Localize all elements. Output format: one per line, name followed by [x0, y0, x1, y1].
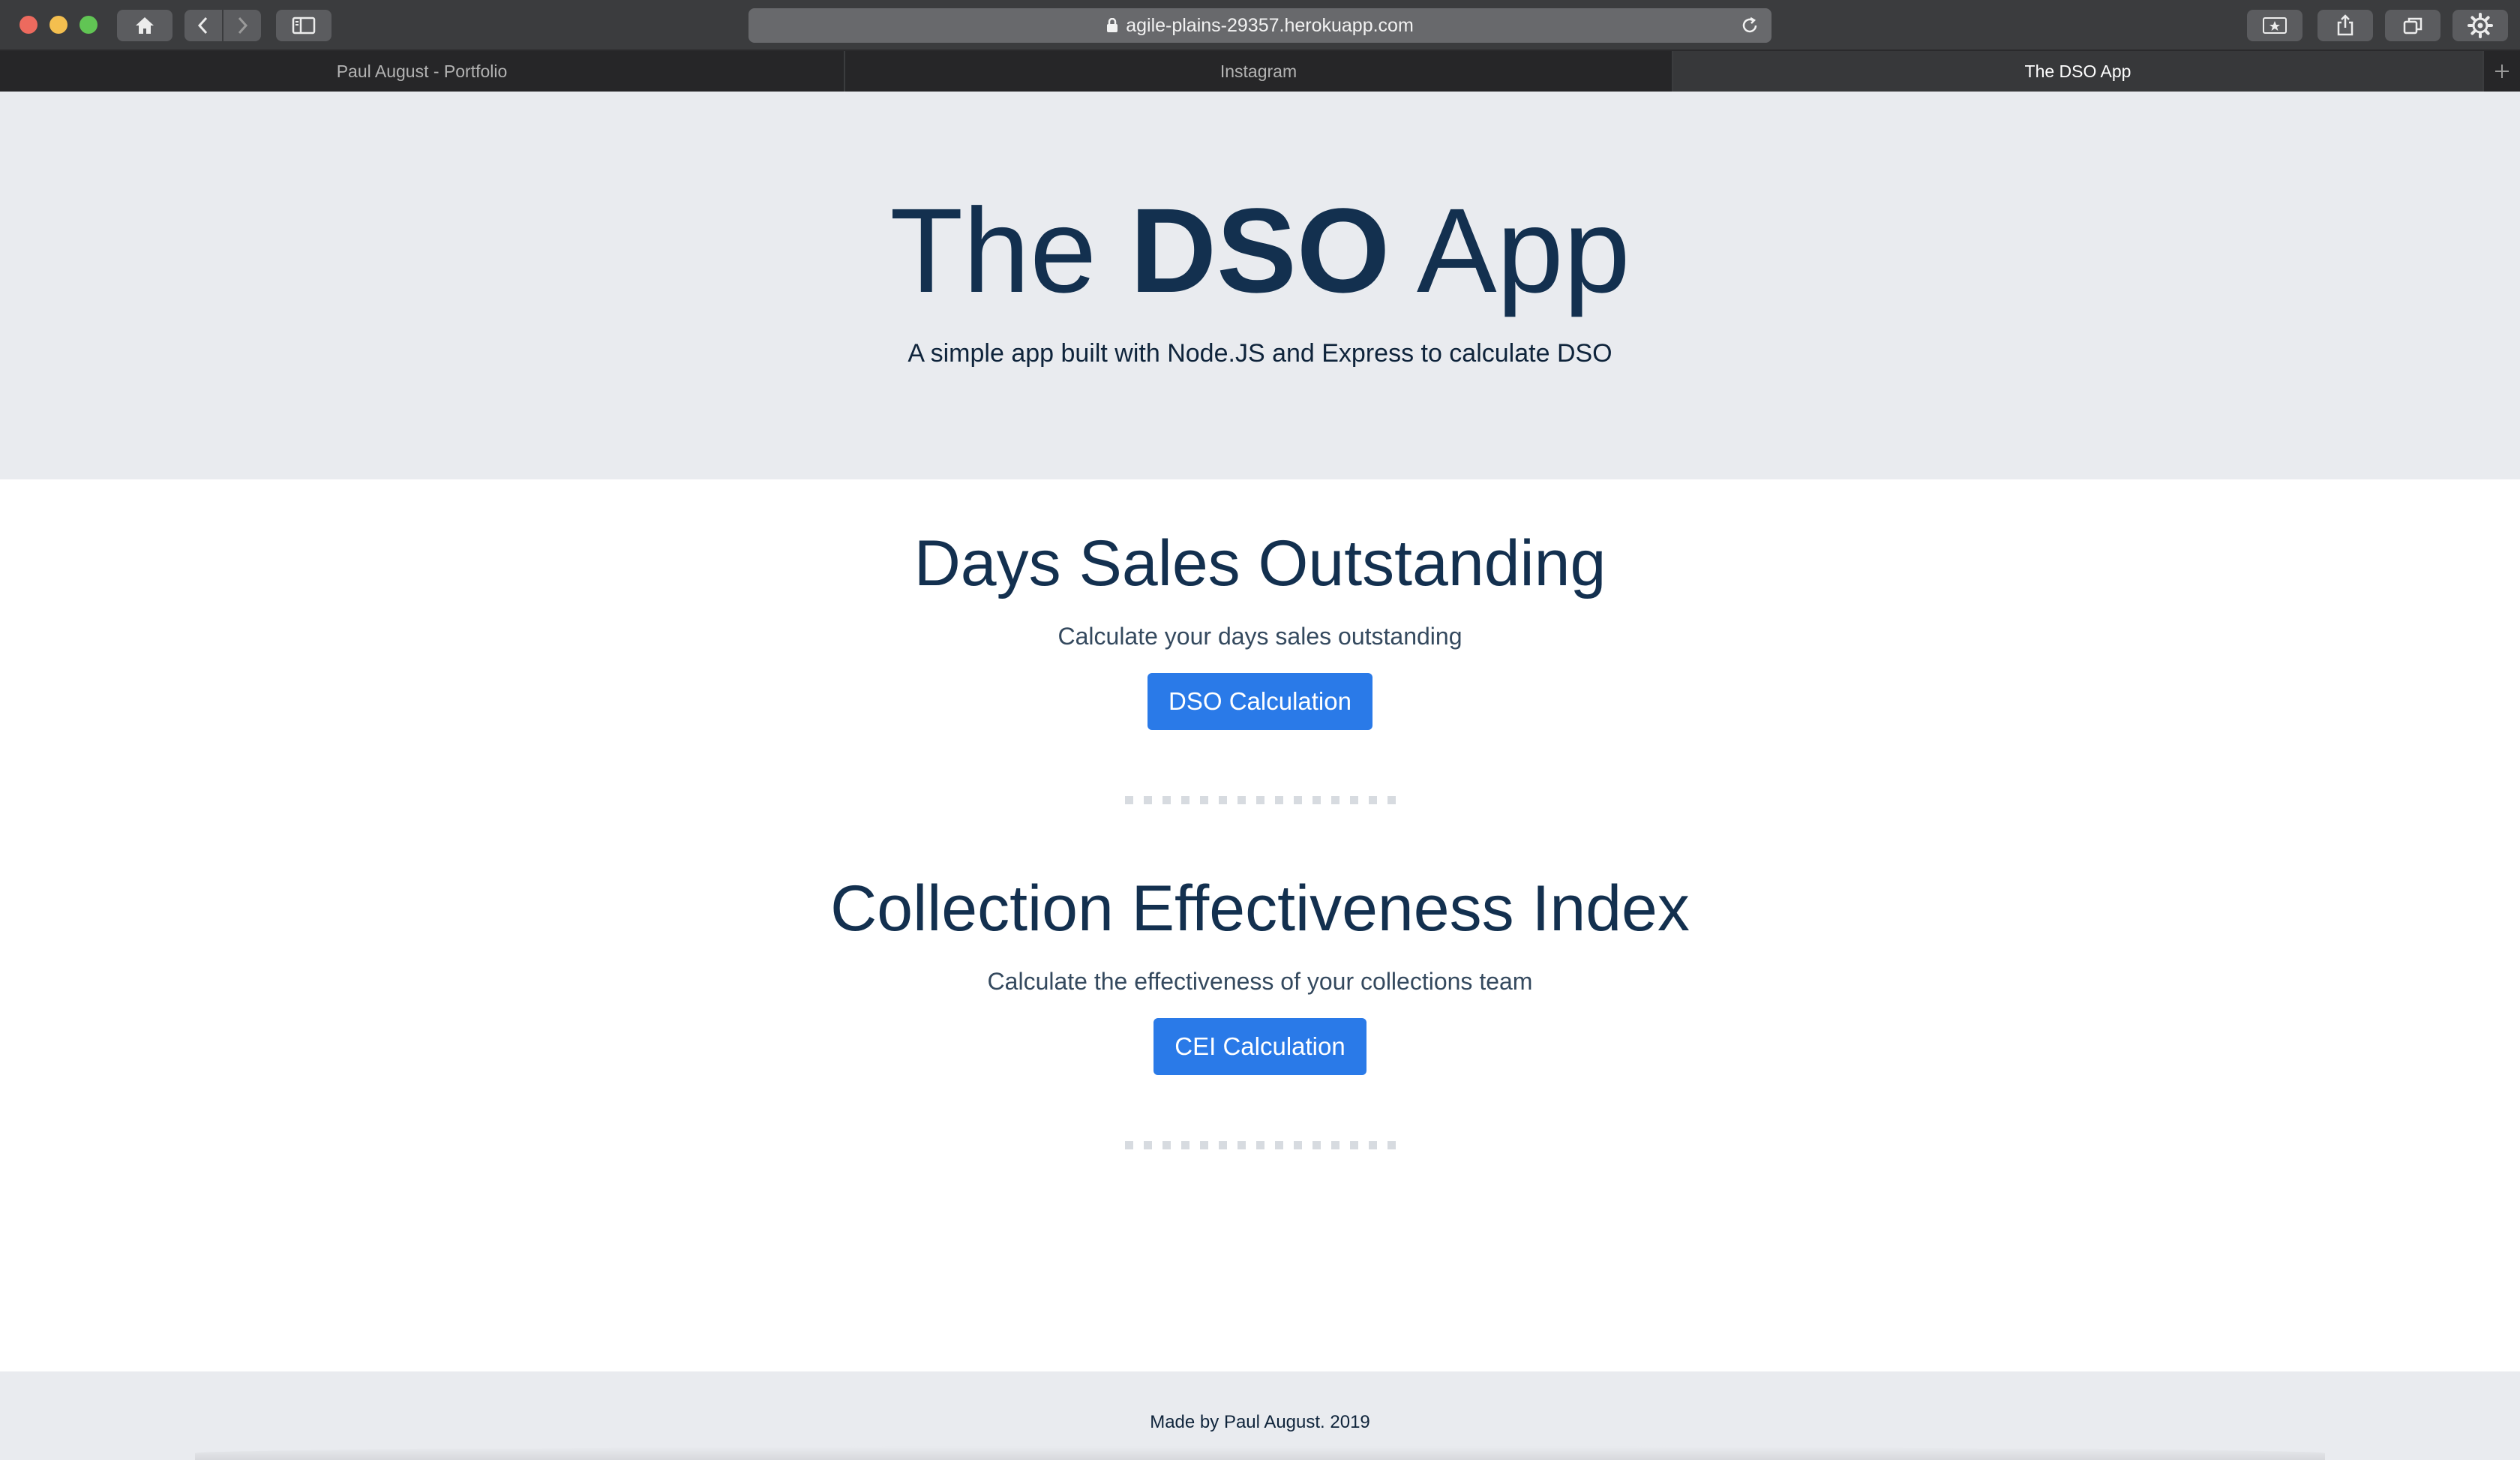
gear-icon	[2468, 13, 2493, 38]
lock-icon	[1106, 18, 1118, 33]
section-description: Calculate your days sales outstanding	[1058, 623, 1462, 650]
fullscreen-window-button[interactable]	[80, 16, 98, 34]
footer-text: Made by Paul August. 2019	[1150, 1412, 1370, 1432]
tab-label: Paul August - Portfolio	[336, 61, 508, 81]
tabs-icon	[2403, 17, 2422, 35]
home-button[interactable]	[117, 10, 172, 41]
page-title: The DSO App	[890, 183, 1630, 317]
tab-bar: Paul August - Portfolio Instagram The DS…	[0, 51, 2520, 92]
cei-section: Collection Effectiveness Index Calculate…	[0, 876, 2520, 1075]
close-window-button[interactable]	[20, 16, 38, 34]
hero-subtitle: A simple app built with Node.JS and Expr…	[908, 339, 1612, 368]
tab-dso-app[interactable]: The DSO App	[1673, 51, 2484, 92]
minimize-window-button[interactable]	[50, 16, 68, 34]
cei-calculation-button[interactable]: CEI Calculation	[1154, 1018, 1366, 1075]
url-text: agile-plains-29357.herokuapp.com	[1126, 14, 1414, 36]
tab-label: Instagram	[1220, 61, 1298, 81]
page-footer: Made by Paul August. 2019	[0, 1371, 2520, 1460]
sidebar-toggle-button[interactable]	[276, 10, 332, 41]
tab-overview-button[interactable]	[2385, 10, 2440, 41]
plus-icon	[2495, 65, 2509, 78]
tab-instagram[interactable]: Instagram	[845, 51, 1673, 92]
share-icon	[2337, 14, 2354, 36]
reload-icon[interactable]	[1740, 16, 1760, 35]
dso-section: Days Sales Outstanding Calculate your da…	[0, 531, 2520, 730]
share-button[interactable]	[2318, 10, 2373, 41]
address-bar[interactable]: agile-plains-29357.herokuapp.com	[748, 8, 1772, 43]
home-icon	[136, 17, 154, 34]
history-nav	[184, 10, 261, 41]
sidebar-icon	[292, 17, 316, 35]
new-tab-button[interactable]	[2484, 51, 2520, 92]
back-button[interactable]	[184, 10, 222, 41]
downloads-button[interactable]	[2247, 10, 2302, 41]
chevron-right-icon	[238, 17, 248, 35]
browser-toolbar: agile-plains-29357.herokuapp.com	[0, 0, 2520, 51]
forward-button[interactable]	[224, 10, 261, 41]
star-download-icon	[2263, 17, 2287, 34]
divider-dots	[0, 1141, 2520, 1149]
section-description: Calculate the effectiveness of your coll…	[987, 968, 1533, 995]
tab-label: The DSO App	[2024, 61, 2132, 81]
section-title: Days Sales Outstanding	[914, 527, 1606, 599]
divider-dots	[0, 796, 2520, 804]
dso-calculation-button[interactable]: DSO Calculation	[1148, 673, 1372, 730]
chevron-left-icon	[197, 17, 208, 35]
hero-banner: The DSO App A simple app built with Node…	[0, 92, 2520, 479]
tab-portfolio[interactable]: Paul August - Portfolio	[0, 51, 845, 92]
settings-button[interactable]	[2452, 10, 2508, 41]
section-title: Collection Effectiveness Index	[830, 873, 1690, 945]
